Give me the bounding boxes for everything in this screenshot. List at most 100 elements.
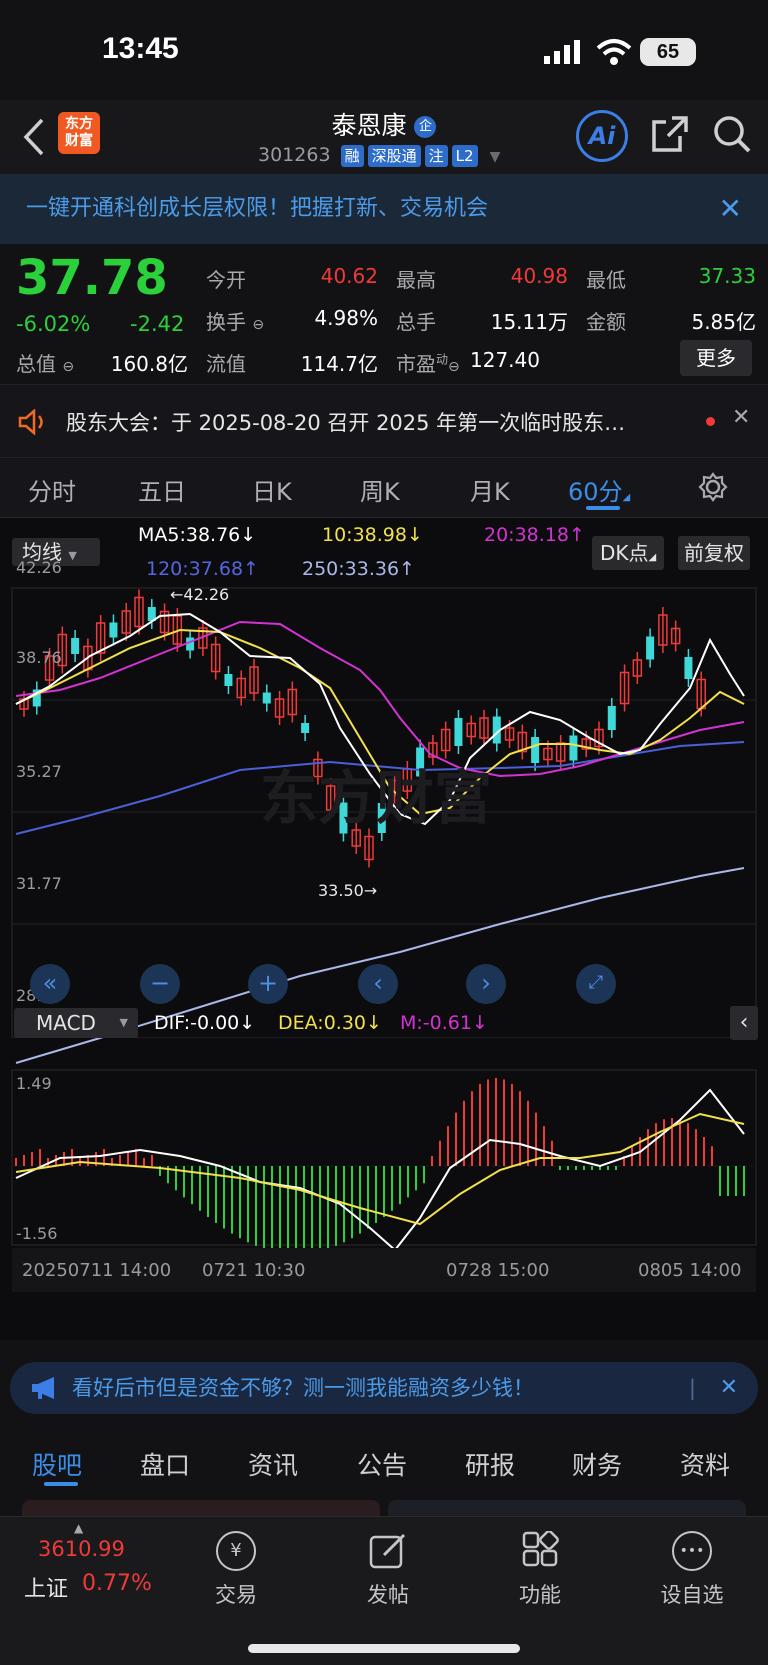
m-value: M:-0.61↓ (400, 1012, 488, 1034)
settings-icon[interactable] (698, 472, 728, 502)
more-button[interactable]: 更多 (680, 340, 752, 376)
dif-line (15, 1088, 745, 1252)
change-amount: -2.42 (130, 312, 185, 336)
tab-five-day[interactable]: 五日 (138, 472, 186, 507)
tab-daily-k[interactable]: 日K (252, 472, 292, 507)
info-icon[interactable]: ⊖ (252, 317, 264, 333)
x-label-2: 0721 10:30 (202, 1260, 306, 1281)
label-float-cap: 流值 (206, 352, 246, 376)
close-icon[interactable]: ✕ (732, 405, 750, 430)
kline-svg[interactable]: ←42.26 33.50→ 东方财富 (0, 518, 768, 1340)
collapse-panel-icon[interactable]: ‹ (730, 1006, 758, 1040)
label-open: 今开 (206, 268, 246, 292)
close-icon[interactable]: ✕ (720, 1362, 738, 1414)
close-icon[interactable]: ✕ (719, 174, 742, 244)
tab-orderbook[interactable]: 盘口 (140, 1446, 190, 1482)
announcement-bar[interactable]: 股东大会：于 2025-08-20 召开 2025 年第一次临时股东… ✕ (0, 384, 768, 458)
zoom-out-icon[interactable]: − (140, 964, 180, 1004)
macd-top-label: 1.49 (16, 1074, 52, 1093)
tag-l2: L2 (451, 144, 478, 167)
fullscreen-icon[interactable]: ⤢ (576, 964, 616, 1004)
card-preview-right (388, 1500, 746, 1516)
tab-forum[interactable]: 股吧 (32, 1446, 82, 1482)
y-label-2: 38.76 (16, 648, 62, 667)
corner-triangle-icon: ◢ (622, 492, 631, 503)
function-label[interactable]: 功能 (490, 1579, 590, 1609)
tab-news[interactable]: 资讯 (248, 1446, 298, 1482)
scroll-left-fast-icon[interactable]: « (30, 964, 70, 1004)
dif-value: DIF:-0.00↓ (154, 1012, 256, 1034)
signal-icon (544, 40, 580, 64)
tab-weekly-k[interactable]: 周K (360, 472, 400, 507)
promo-banner[interactable]: 一键开通科创成长层权限！把握打新、交易机会 ✕ (0, 174, 768, 244)
financing-promo[interactable]: 看好后市但是资金不够？测一测我能融资多少钱！ | ✕ (10, 1362, 758, 1414)
scroll-left-icon[interactable]: ‹ (358, 964, 398, 1004)
tab-finance[interactable]: 财务 (572, 1446, 622, 1482)
promo-text: 看好后市但是资金不够？测一测我能融资多少钱！ (72, 1376, 534, 1400)
index-name[interactable]: 上证 (24, 1571, 68, 1603)
post-label[interactable]: 发帖 (338, 1579, 438, 1609)
change-percent: -6.02% (16, 312, 91, 336)
quote-panel: 37.78 -6.02% -2.42 今开 40.62 最高 40.98 最低 … (0, 244, 768, 384)
index-value[interactable]: 3610.99 (38, 1537, 125, 1561)
tag-connect: 深股通 (367, 144, 421, 167)
edit-icon[interactable] (368, 1531, 408, 1571)
trade-label[interactable]: 交易 (186, 1579, 286, 1609)
tag-margin: 融 (340, 144, 364, 167)
label-turnover-text: 换手 (206, 310, 246, 334)
y-label-3: 35.27 (16, 762, 62, 781)
label-pe: 市盈动⊖ (396, 348, 460, 377)
battery-indicator: 65 (640, 38, 696, 66)
value-turnover: 4.98% (314, 306, 378, 330)
stock-name: 泰恩康 (331, 111, 407, 140)
tab-60min[interactable]: 60分◢ (568, 472, 630, 507)
current-price: 37.78 (16, 250, 168, 306)
ai-icon[interactable]: Ai (576, 110, 628, 162)
tab-research[interactable]: 研报 (465, 1446, 515, 1482)
caret-up-icon: ▲ (74, 1521, 84, 1535)
card-preview-left (22, 1500, 380, 1516)
scroll-right-icon[interactable]: › (466, 964, 506, 1004)
pe-suffix: 动 (436, 352, 449, 367)
x-label-3: 0728 15:00 (446, 1260, 550, 1281)
value-float-cap: 114.7亿 (300, 352, 378, 376)
label-market-cap: 总值 ⊖ (16, 348, 74, 377)
stock-code-row[interactable]: 301263 融深股通注 L2 ▼ (258, 144, 500, 167)
grid-icon[interactable] (520, 1531, 560, 1571)
high-annotation: ←42.26 (170, 585, 229, 604)
tab-profile[interactable]: 资料 (680, 1446, 730, 1482)
tab-intraday[interactable]: 分时 (28, 472, 76, 507)
label-high: 最高 (396, 268, 436, 292)
value-low: 37.33 (698, 264, 756, 288)
tab-monthly-k[interactable]: 月K (470, 472, 510, 507)
label-low: 最低 (586, 268, 626, 292)
dea-value: DEA:0.30↓ (278, 1012, 382, 1034)
y-label-top: 42.26 (16, 558, 62, 577)
label-volume: 总手 (396, 310, 436, 334)
more-dots-icon[interactable]: ••• (672, 1531, 712, 1571)
stock-header: 东方 财富 泰恩康 企 301263 融深股通注 L2 ▼ Ai (0, 100, 768, 174)
info-icon[interactable]: ⊖ (448, 359, 460, 375)
zoom-in-icon[interactable]: + (248, 964, 288, 1004)
x-label-1: 20250711 14:00 (22, 1260, 172, 1281)
chevron-down-icon: ▼ (489, 149, 501, 165)
index-percent[interactable]: 0.77% (82, 1571, 152, 1596)
dropdown-icon: ▼ (119, 1016, 128, 1029)
value-volume: 15.11万 (490, 310, 568, 334)
content-tabs: 股吧 盘口 资讯 公告 研报 财务 资料 (0, 1432, 768, 1492)
value-market-cap: 160.8亿 (110, 352, 188, 376)
kline-chart-area: 均线 ▼ MA5:38.76↓ 10:38.98↓ 20:38.18↑ 120:… (0, 518, 768, 1340)
search-icon[interactable] (712, 114, 752, 154)
status-bar: 13:45 65 (0, 0, 768, 100)
x-label-4: 0805 14:00 (638, 1260, 742, 1281)
tab-announcements[interactable]: 公告 (357, 1446, 407, 1482)
macd-bottom-label: -1.56 (16, 1224, 58, 1243)
divider: | (688, 1376, 696, 1400)
megaphone-icon (32, 1377, 54, 1399)
share-icon[interactable] (650, 114, 690, 154)
add-watchlist-label[interactable]: 设自选 (642, 1579, 742, 1609)
info-icon[interactable]: ⊖ (62, 359, 74, 375)
label-market-cap-text: 总值 (16, 352, 56, 376)
indicator-select[interactable]: MACD ▼ (14, 1008, 138, 1038)
trade-icon[interactable]: ¥ (216, 1531, 256, 1571)
